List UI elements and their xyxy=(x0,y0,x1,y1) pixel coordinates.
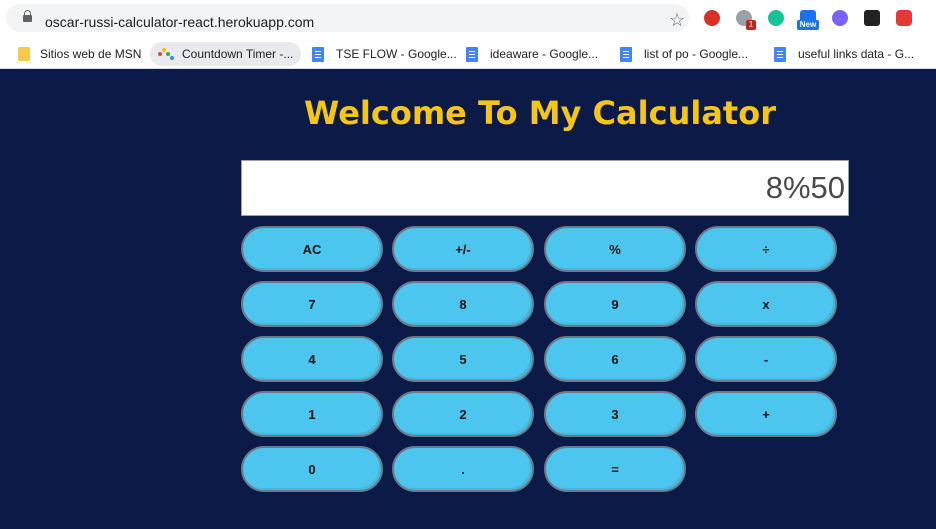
key-5[interactable]: 5 xyxy=(392,336,534,382)
bookmark-label: useful links data - G... xyxy=(798,47,915,61)
key-6[interactable]: 6 xyxy=(544,336,686,382)
google-docs-icon xyxy=(620,46,632,62)
bookmark-item[interactable]: Sitios web de MSN xyxy=(18,42,141,66)
google-docs-icon xyxy=(466,46,478,62)
bookmark-label: list of po - Google... xyxy=(644,47,749,61)
adblock-extension-icon[interactable] xyxy=(704,10,720,26)
bookmark-item[interactable]: TSE FLOW - Google... xyxy=(312,42,457,66)
omnibox[interactable]: oscar-russi-calculator-react.herokuapp.c… xyxy=(6,4,689,32)
settings-extension-icon[interactable] xyxy=(832,10,848,26)
key-negate[interactable]: +/- xyxy=(392,226,534,272)
key-add[interactable]: + xyxy=(695,391,837,437)
bookmark-item[interactable]: Countdown Timer -... xyxy=(150,42,302,66)
youtube-extension-icon[interactable] xyxy=(896,10,912,26)
calculator-page: Welcome To My Calculator 8%50 AC +/- % ÷… xyxy=(0,69,936,529)
bookmark-label: Countdown Timer -... xyxy=(182,47,294,61)
google-docs-icon xyxy=(774,46,786,62)
browser-address-bar: oscar-russi-calculator-react.herokuapp.c… xyxy=(0,0,936,36)
apps-extension-icon[interactable] xyxy=(864,10,880,26)
colorful-dots-icon xyxy=(158,48,174,60)
bookmark-star-icon[interactable]: ☆ xyxy=(669,10,685,30)
extension-badge: 1 xyxy=(746,20,756,30)
bookmark-item[interactable]: list of po - Google... xyxy=(620,42,748,66)
calculator-display: 8%50 xyxy=(241,160,849,216)
key-8[interactable]: 8 xyxy=(392,281,534,327)
key-multiply[interactable]: x xyxy=(695,281,837,327)
key-1[interactable]: 1 xyxy=(241,391,383,437)
key-percent[interactable]: % xyxy=(544,226,686,272)
bookmarks-bar: Sitios web de MSN Countdown Timer -... T… xyxy=(0,36,936,69)
lock-icon[interactable] xyxy=(23,10,32,22)
bookmark-item[interactable]: useful links data - G... xyxy=(774,42,914,66)
key-decimal[interactable]: . xyxy=(392,446,534,492)
key-2[interactable]: 2 xyxy=(392,391,534,437)
key-0[interactable]: 0 xyxy=(241,446,383,492)
grammarly-extension-icon[interactable] xyxy=(768,10,784,26)
bookmark-label: Sitios web de MSN xyxy=(40,47,142,61)
key-equals[interactable]: = xyxy=(544,446,686,492)
key-divide[interactable]: ÷ xyxy=(695,226,837,272)
extension-new-badge: New xyxy=(797,20,819,30)
key-subtract[interactable]: - xyxy=(695,336,837,382)
bookmark-item[interactable]: ideaware - Google... xyxy=(466,42,598,66)
url-text[interactable]: oscar-russi-calculator-react.herokuapp.c… xyxy=(45,14,314,30)
key-7[interactable]: 7 xyxy=(241,281,383,327)
bookmark-label: ideaware - Google... xyxy=(490,47,599,61)
page-title: Welcome To My Calculator xyxy=(304,94,776,132)
google-docs-icon xyxy=(312,46,324,62)
folder-icon xyxy=(18,47,30,61)
bookmark-label: TSE FLOW - Google... xyxy=(336,47,457,61)
key-3[interactable]: 3 xyxy=(544,391,686,437)
key-4[interactable]: 4 xyxy=(241,336,383,382)
display-value: 8%50 xyxy=(765,170,845,205)
key-clear[interactable]: AC xyxy=(241,226,383,272)
key-9[interactable]: 9 xyxy=(544,281,686,327)
